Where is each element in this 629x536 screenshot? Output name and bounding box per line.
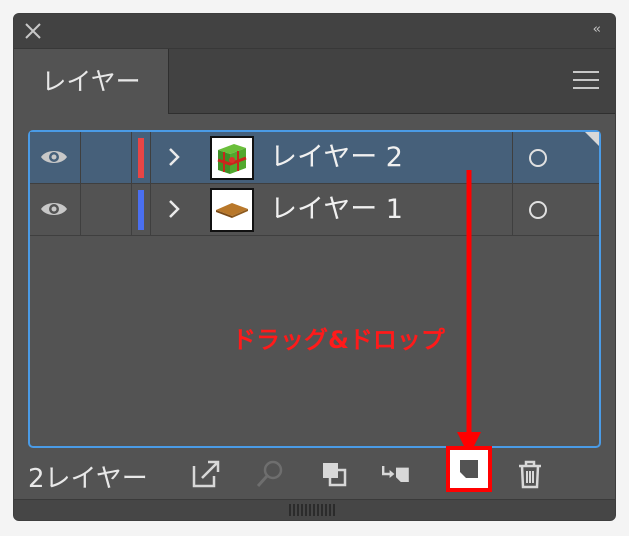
new-sublayer-icon[interactable] [380, 458, 412, 490]
layer-thumbnail [210, 188, 254, 232]
visibility-eye-icon[interactable] [40, 147, 68, 167]
visibility-eye-icon[interactable] [40, 199, 68, 219]
layer-name: レイヤー 2 [270, 142, 403, 173]
layer-row-2[interactable]: レイヤー 2 [30, 132, 599, 184]
layers-panel: ‹‹ レイヤー レイヤー 2 レイヤー 1 ドラッグ&ドロップ 2レイヤー [13, 13, 616, 521]
panel-resize-strip[interactable] [14, 499, 615, 520]
layer-thumbnail [210, 136, 254, 180]
layer-color-bar [138, 190, 144, 230]
resize-grip-icon[interactable] [289, 504, 337, 516]
tab-row: レイヤー [14, 49, 615, 114]
tab-layers[interactable]: レイヤー [14, 49, 169, 114]
close-icon[interactable] [24, 22, 42, 40]
selection-corner-marker [585, 132, 599, 146]
expand-chevron-icon[interactable] [167, 146, 181, 168]
layer-row-1[interactable]: レイヤー 1 [30, 184, 599, 236]
panel-titlebar: ‹‹ [14, 14, 615, 49]
gift-box-icon [212, 138, 252, 178]
expand-chevron-icon[interactable] [167, 198, 181, 220]
collapse-panel-button[interactable]: ‹‹ [593, 22, 602, 37]
trash-icon[interactable] [514, 458, 546, 490]
layer-name: レイヤー 1 [270, 194, 403, 225]
layers-list: レイヤー 2 レイヤー 1 [28, 130, 601, 448]
new-layer-button[interactable] [446, 446, 492, 492]
layer-count-label: 2レイヤー [28, 464, 148, 494]
drag-arrow-icon [457, 170, 481, 456]
clipping-mask-icon[interactable] [318, 458, 350, 490]
target-circle-icon[interactable] [528, 148, 548, 168]
target-circle-icon[interactable] [528, 200, 548, 220]
drag-drop-annotation: ドラッグ&ドロップ [232, 326, 445, 354]
board-icon [212, 190, 252, 230]
export-icon[interactable] [190, 458, 222, 490]
panel-footer: 2レイヤー [14, 446, 615, 502]
search-icon[interactable] [254, 458, 286, 490]
new-layer-icon [460, 460, 478, 478]
panel-menu-icon[interactable] [573, 71, 599, 91]
layer-color-bar [138, 138, 144, 178]
